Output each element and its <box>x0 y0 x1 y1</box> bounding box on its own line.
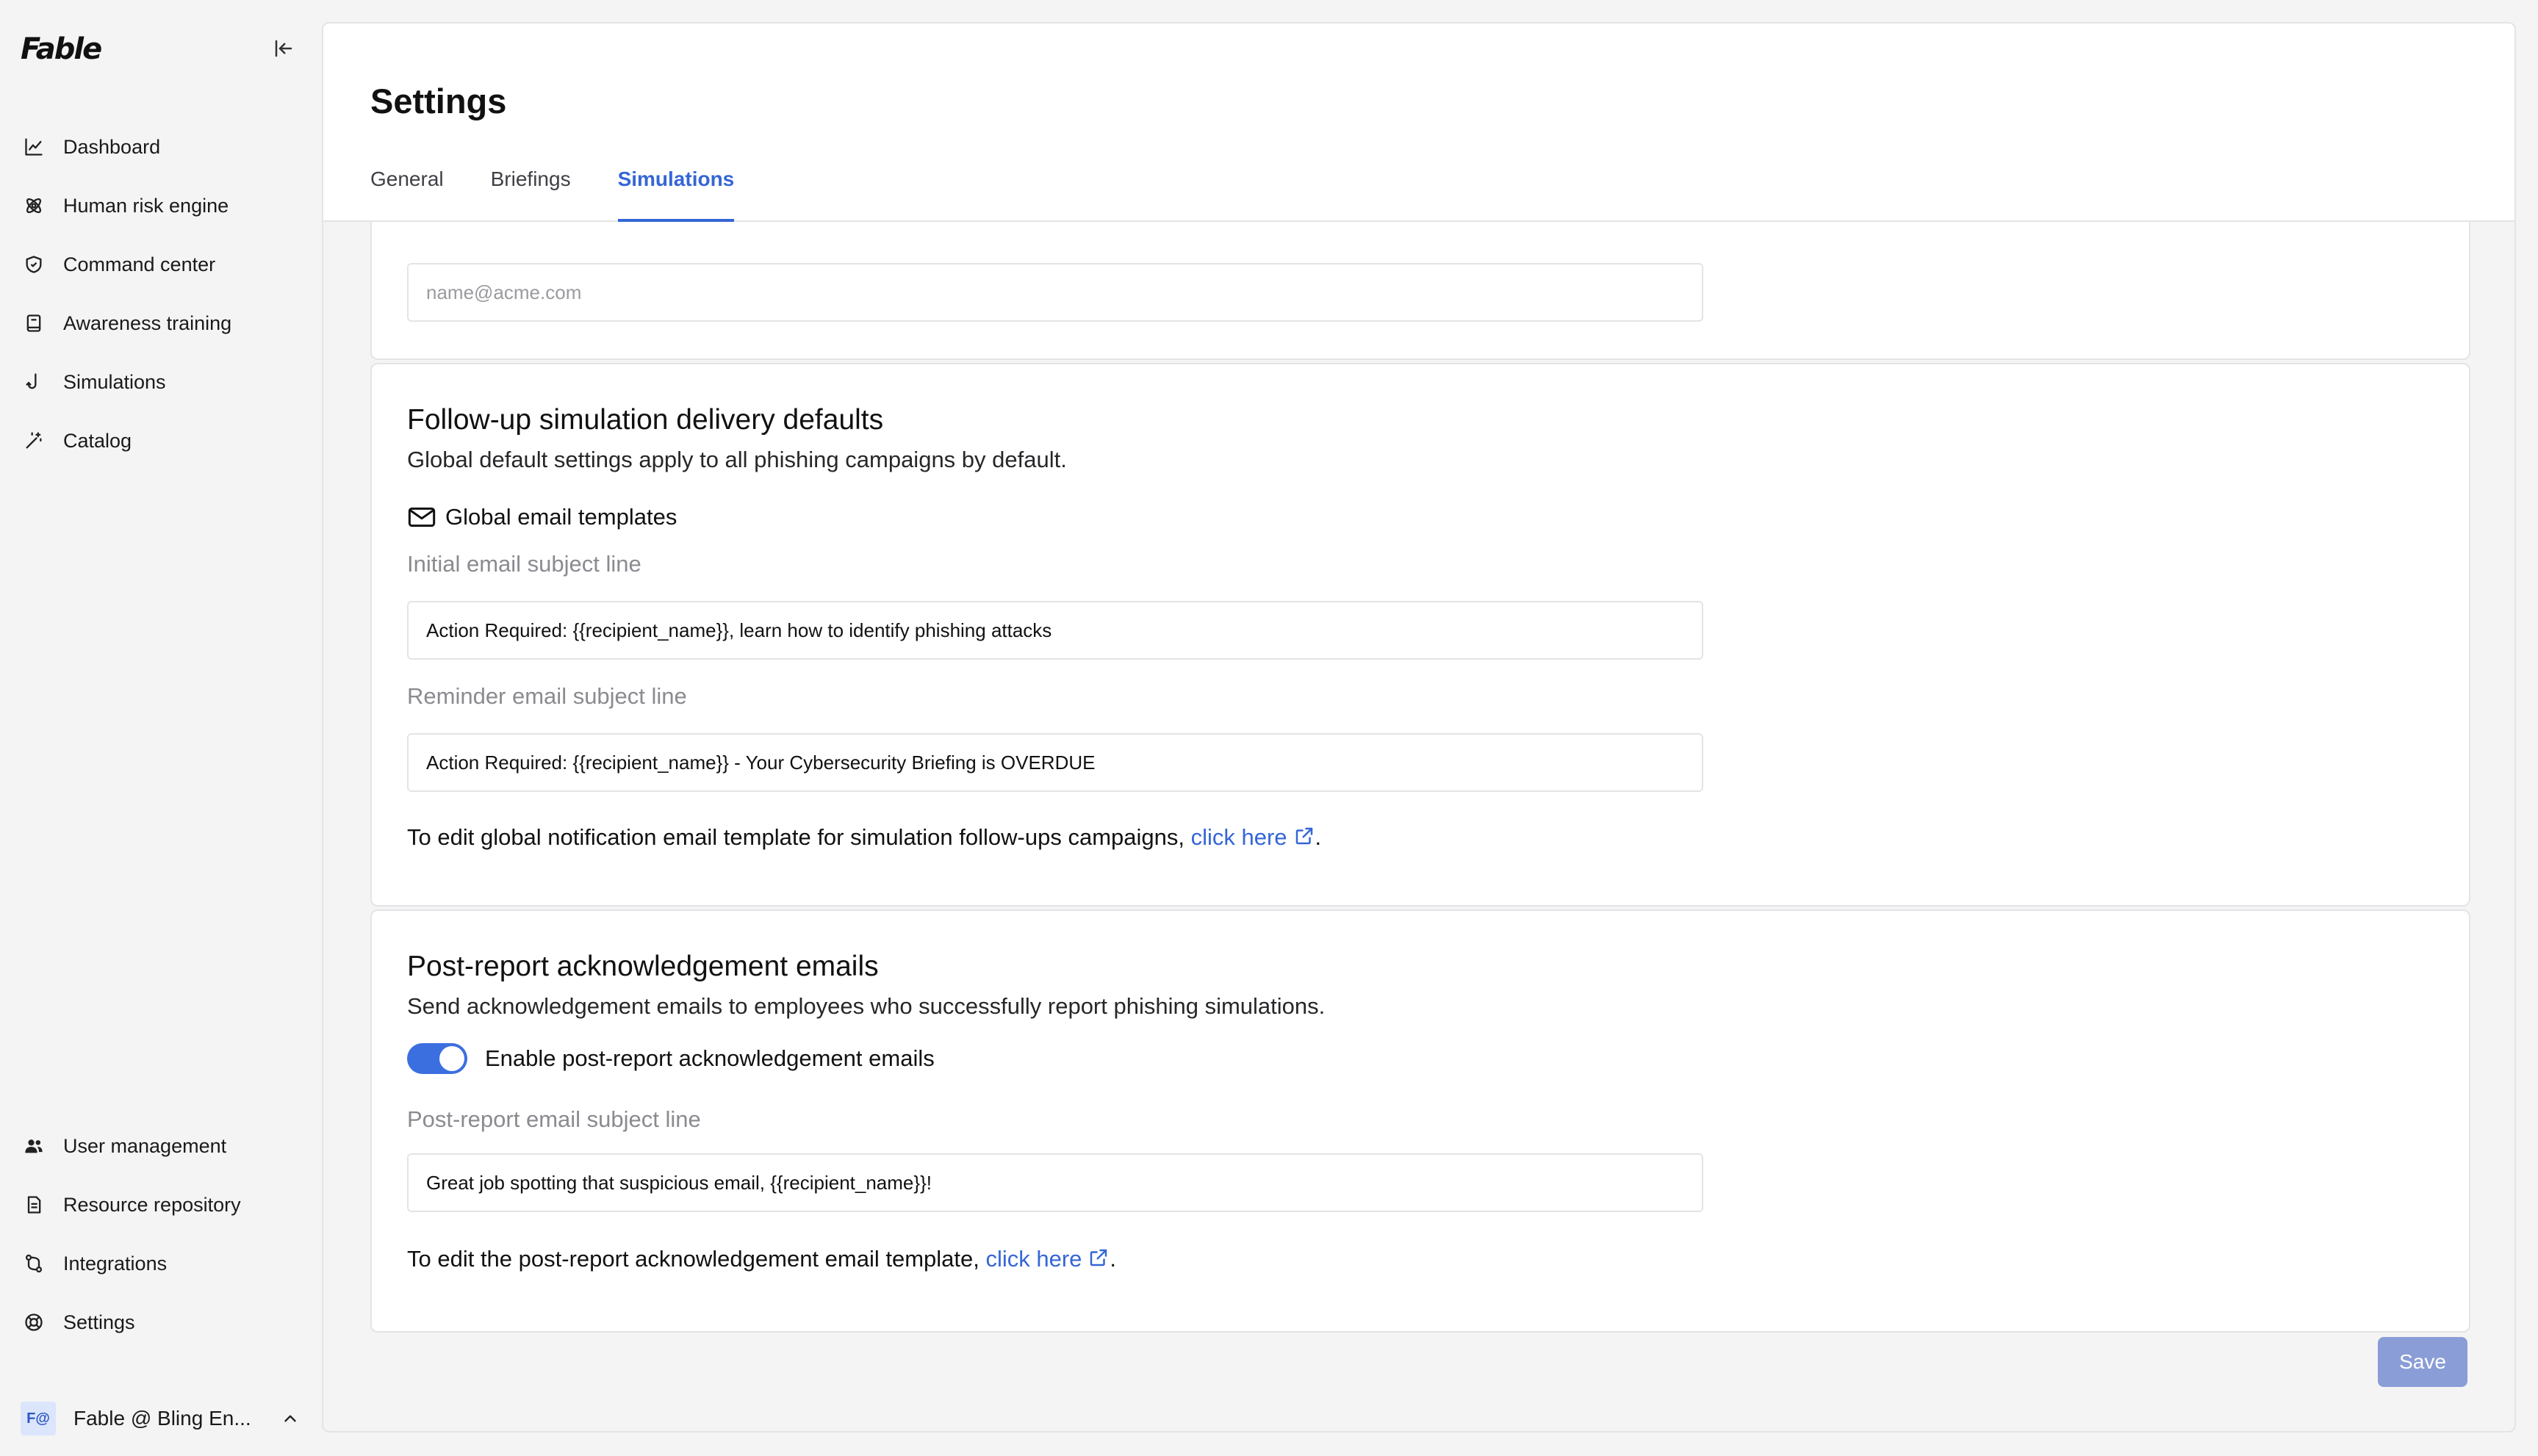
tab-briefings[interactable]: Briefings <box>491 167 571 222</box>
sender-email-input[interactable] <box>407 263 1703 322</box>
shield-icon <box>22 253 46 276</box>
git-compare-icon <box>22 1252 46 1275</box>
collapse-sidebar-button[interactable] <box>269 34 298 63</box>
sidebar-item-label: Awareness training <box>63 311 232 334</box>
sidebar: Fable Dashboard Human risk engine Comman… <box>0 0 320 1456</box>
post-report-template-link[interactable]: click here <box>985 1246 1110 1272</box>
sidebar-item-simulations[interactable]: Simulations <box>0 353 320 411</box>
tab-general[interactable]: General <box>370 167 444 222</box>
sidebar-item-label: Integrations <box>63 1252 168 1275</box>
sidebar-item-integrations[interactable]: Integrations <box>0 1234 320 1293</box>
sidebar-item-awareness-training[interactable]: Awareness training <box>0 294 320 353</box>
chevron-up-icon <box>281 1409 300 1432</box>
workspace-name: Fable @ Bling En... <box>73 1407 251 1430</box>
sidebar-item-human-risk-engine[interactable]: Human risk engine <box>0 176 320 235</box>
followup-description: Global default settings apply to all phi… <box>407 447 1067 472</box>
post-report-subject-input[interactable] <box>407 1153 1703 1212</box>
secondary-nav: User management Resource repository Inte… <box>0 1117 320 1352</box>
users-icon <box>22 1134 46 1158</box>
collapse-icon <box>275 40 292 57</box>
followup-title: Follow-up simulation delivery defaults <box>407 404 884 436</box>
sidebar-item-label: Settings <box>63 1311 135 1333</box>
post-report-help-text: To edit the post-report acknowledgement … <box>407 1246 1116 1272</box>
page-title: Settings <box>370 82 507 120</box>
toggle-knob <box>439 1046 464 1071</box>
post-report-toggle-row: Enable post-report acknowledgement email… <box>407 1043 935 1074</box>
reminder-subject-input[interactable] <box>407 733 1703 792</box>
external-link-icon <box>1295 827 1312 845</box>
followup-help-suffix: . <box>1315 824 1322 850</box>
post-report-subject-label: Post-report email subject line <box>407 1106 701 1132</box>
sidebar-item-label: Human risk engine <box>63 194 229 217</box>
sidebar-item-label: User management <box>63 1134 227 1157</box>
followup-help-prefix: To edit global notification email templa… <box>407 824 1191 850</box>
followup-template-link[interactable]: click here <box>1191 824 1315 850</box>
sidebar-item-user-management[interactable]: User management <box>0 1117 320 1175</box>
sidebar-item-catalog[interactable]: Catalog <box>0 411 320 470</box>
sidebar-item-settings[interactable]: Settings <box>0 1293 320 1352</box>
app-logo: Fable <box>21 32 102 66</box>
followup-help-text: To edit global notification email templa… <box>407 824 1321 851</box>
initial-subject-input[interactable] <box>407 601 1703 660</box>
global-templates-label: Global email templates <box>445 504 677 530</box>
post-report-card: Post-report acknowledgement emails Send … <box>370 909 2470 1333</box>
settings-tabs: General Briefings Simulations <box>370 167 781 222</box>
settings-panel: Follow-up simulation delivery defaults G… <box>322 22 2516 1432</box>
primary-nav: Dashboard Human risk engine Command cent… <box>0 118 320 470</box>
reminder-subject-label: Reminder email subject line <box>407 683 687 709</box>
global-templates-heading: Global email templates <box>407 504 677 530</box>
external-link-icon <box>1090 1249 1107 1266</box>
followup-defaults-card: Follow-up simulation delivery defaults G… <box>370 363 2470 907</box>
sidebar-item-label: Resource repository <box>63 1193 241 1216</box>
initial-subject-label: Initial email subject line <box>407 551 641 577</box>
post-report-help-suffix: . <box>1110 1246 1117 1272</box>
lifebuoy-icon <box>22 1311 46 1334</box>
magic-wand-icon <box>22 429 46 453</box>
save-button[interactable]: Save <box>2378 1337 2467 1387</box>
document-icon <box>22 1193 46 1217</box>
followup-link-label: click here <box>1190 824 1287 850</box>
post-report-toggle-label: Enable post-report acknowledgement email… <box>485 1045 935 1071</box>
fishhook-icon <box>22 370 46 394</box>
sidebar-item-label: Catalog <box>63 429 132 452</box>
settings-header: Settings General Briefings Simulations <box>323 24 2514 222</box>
post-report-toggle[interactable] <box>407 1043 467 1074</box>
sidebar-item-resource-repository[interactable]: Resource repository <box>0 1175 320 1234</box>
tab-simulations[interactable]: Simulations <box>617 167 734 222</box>
sidebar-item-label: Dashboard <box>63 135 161 158</box>
post-report-description: Send acknowledgement emails to employees… <box>407 993 1326 1019</box>
sidebar-item-label: Simulations <box>63 370 166 393</box>
chart-line-icon <box>22 135 46 159</box>
atom-icon <box>22 194 46 217</box>
post-report-help-prefix: To edit the post-report acknowledgement … <box>407 1246 986 1272</box>
post-report-title: Post-report acknowledgement emails <box>407 951 879 982</box>
workspace-avatar: F@ <box>21 1402 56 1435</box>
sidebar-item-dashboard[interactable]: Dashboard <box>0 118 320 176</box>
sidebar-item-label: Command center <box>63 253 216 275</box>
workspace-switcher[interactable]: F@ Fable @ Bling En... <box>21 1400 307 1437</box>
sidebar-item-command-center[interactable]: Command center <box>0 235 320 294</box>
post-report-link-label: click here <box>985 1246 1082 1272</box>
mail-icon <box>407 505 436 530</box>
book-icon <box>22 311 46 335</box>
